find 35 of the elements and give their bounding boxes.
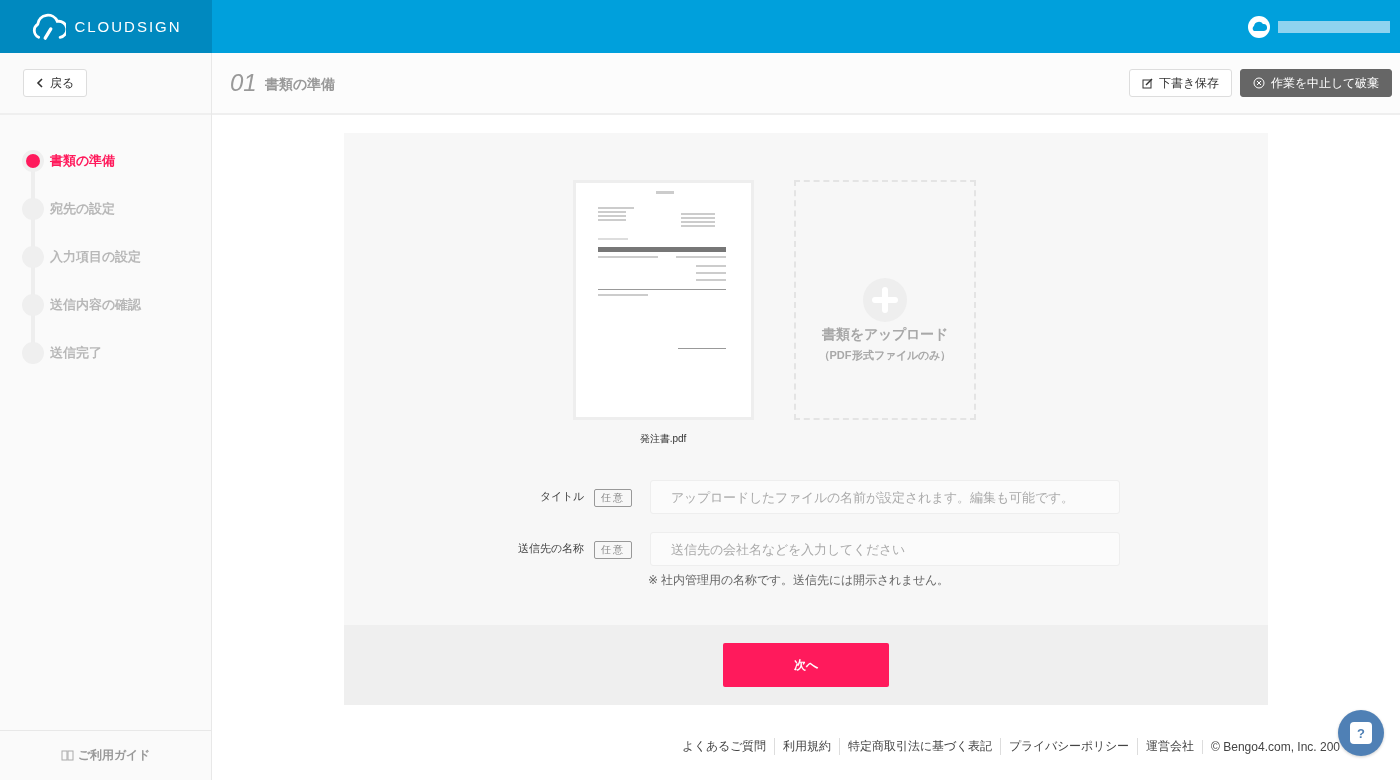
optional-tag: 任意 <box>594 541 632 559</box>
text-field[interactable]: 送信先の会社名などを入力してください <box>650 532 1120 566</box>
step-number: 01 <box>230 69 257 97</box>
footer-link[interactable]: 利用規約 <box>774 738 840 755</box>
discard-button[interactable]: 作業を中止して破棄 <box>1240 69 1392 97</box>
step-label: 送信内容の確認 <box>50 296 141 314</box>
save-draft-button[interactable]: 下書き保存 <box>1129 69 1232 97</box>
step-label: 入力項目の設定 <box>50 248 141 266</box>
question-mark: ? <box>1357 725 1365 741</box>
page-title: 書類の準備 <box>264 76 336 94</box>
field-label: 送信先の名称 <box>517 541 584 556</box>
cloud-logo-icon <box>30 12 67 41</box>
avatar-icon <box>1248 15 1270 38</box>
back-button[interactable]: 戻る <box>23 69 87 97</box>
footer-link[interactable]: よくあるご質問 <box>674 738 775 755</box>
close-circle-icon <box>1253 77 1265 89</box>
file-name: 発注書.pdf <box>639 432 687 446</box>
guide-label: ご利用ガイド <box>78 747 150 764</box>
next-button[interactable]: 次へ <box>723 643 889 687</box>
optional-tag: 任意 <box>594 489 632 507</box>
field-label: タイトル <box>539 489 584 504</box>
footer-link[interactable]: 運営会社 <box>1137 738 1203 755</box>
book-icon <box>61 750 74 761</box>
step-label: 宛先の設定 <box>50 200 115 218</box>
help-text: ※ 社内管理用の名称です。送信先には開示されません。 <box>648 572 951 589</box>
logo-text: CLOUDSIGN <box>74 18 182 35</box>
step-label: 送信完了 <box>50 344 102 362</box>
footer-link[interactable]: 特定商取引法に基づく表記 <box>839 738 1001 755</box>
upload-note: （PDF形式ファイルのみ） <box>818 347 951 363</box>
upload-title: 書類をアップロード <box>821 325 948 344</box>
step-label: 書類の準備 <box>50 152 115 170</box>
chevron-left-icon <box>36 78 44 88</box>
text-field[interactable]: アップロードしたファイルの名前が設定されます。編集も可能です。 <box>650 480 1120 514</box>
edit-icon <box>1142 77 1153 89</box>
footer-link[interactable]: プライバシーポリシー <box>1000 738 1138 755</box>
